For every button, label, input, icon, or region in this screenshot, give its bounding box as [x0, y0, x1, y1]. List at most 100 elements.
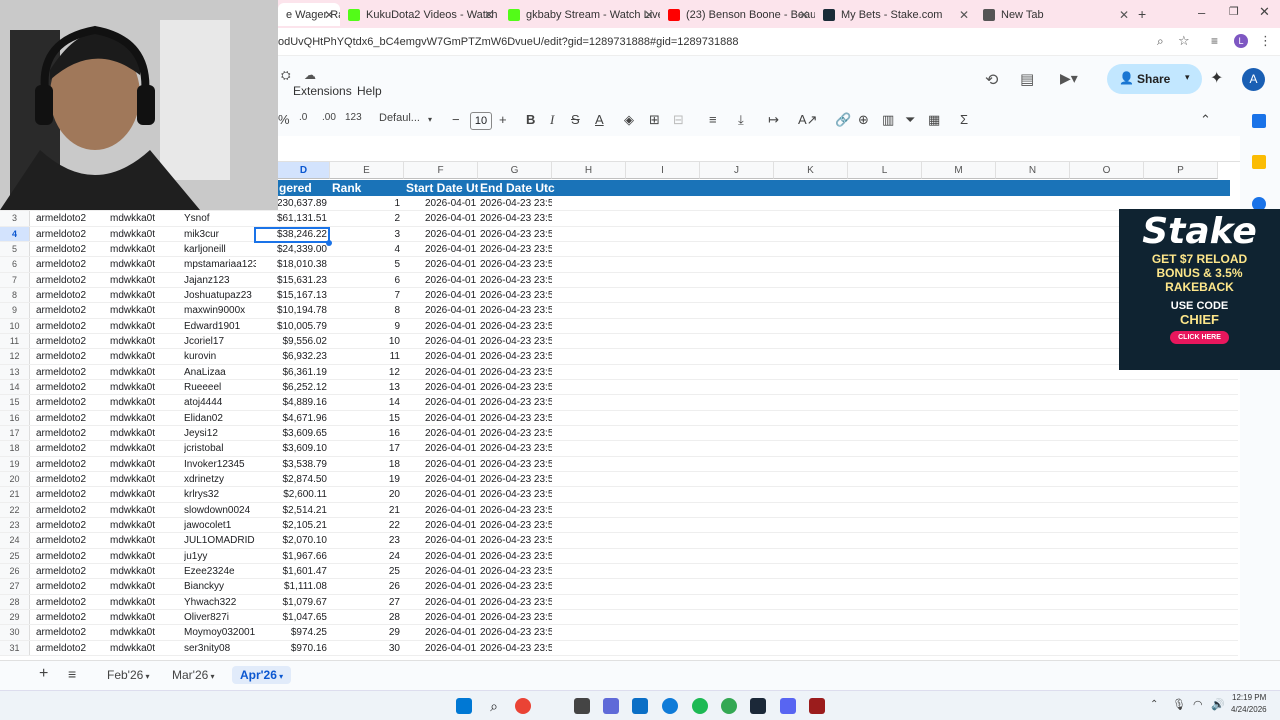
- cell-rank[interactable]: 20: [330, 487, 400, 502]
- sheet-tab[interactable]: Feb'26 ▾: [107, 668, 150, 682]
- column-header[interactable]: G: [478, 162, 552, 179]
- align-left-icon[interactable]: ≡: [709, 112, 717, 127]
- cell-username[interactable]: Ezee2324e: [184, 564, 256, 579]
- browser-menu-icon[interactable]: ⋮: [1259, 33, 1272, 49]
- cell-start-date[interactable]: 2026-04-01: [425, 457, 477, 472]
- cell-rank[interactable]: 4: [330, 242, 400, 257]
- row-number[interactable]: 9: [0, 303, 30, 318]
- cell-code[interactable]: mdwkka0t: [110, 549, 180, 564]
- menu-help[interactable]: Help: [357, 84, 382, 98]
- cell-wagered[interactable]: $1,601.47: [256, 564, 328, 579]
- cell-wagered[interactable]: $974.25: [256, 625, 327, 640]
- cell-end-date[interactable]: 2026-04-23 23:5: [480, 641, 552, 656]
- collapse-toolbar-icon[interactable]: ⌃: [1200, 112, 1211, 128]
- browser-tab[interactable]: (23) Benson Boone - Beautiful T✕: [660, 3, 815, 26]
- cell-username[interactable]: ser3nity08: [184, 641, 256, 656]
- column-header[interactable]: E: [330, 162, 404, 179]
- cell-start-date[interactable]: 2026-04-01: [425, 426, 477, 441]
- column-header[interactable]: F: [404, 162, 478, 179]
- row-number[interactable]: 18: [0, 441, 30, 456]
- cell-start-date[interactable]: 2026-04-01: [425, 641, 477, 656]
- cell-streamer[interactable]: armeldoto2: [36, 472, 106, 487]
- row-number[interactable]: 22: [0, 502, 30, 517]
- cell-start-date[interactable]: 2026-04-01: [425, 380, 477, 395]
- row-number[interactable]: 11: [0, 333, 30, 349]
- extensions-icon[interactable]: ≡: [1211, 34, 1218, 48]
- cell-code[interactable]: mdwkka0t: [110, 457, 180, 472]
- cell-end-date[interactable]: 2026-04-23 23:5: [480, 426, 552, 441]
- cell-streamer[interactable]: armeldoto2: [36, 288, 106, 303]
- cell-start-date[interactable]: 2026-04-01: [425, 365, 477, 380]
- cell-wagered[interactable]: $4,671.96: [256, 411, 328, 426]
- cell-code[interactable]: mdwkka0t: [110, 365, 180, 380]
- cell-streamer[interactable]: armeldoto2: [36, 227, 106, 242]
- row-number[interactable]: 21: [0, 487, 30, 502]
- cell-end-date[interactable]: 2026-04-23 23:5: [480, 319, 552, 334]
- cell-code[interactable]: mdwkka0t: [110, 334, 180, 349]
- history-icon[interactable]: ⟲: [985, 70, 998, 90]
- sheet-tab[interactable]: Mar'26 ▾: [172, 668, 215, 682]
- text-wrap-icon[interactable]: ↦: [768, 112, 779, 128]
- cell-username[interactable]: Jajanz123: [184, 273, 256, 288]
- column-header[interactable]: K: [774, 162, 848, 179]
- row-number[interactable]: 5: [0, 241, 30, 257]
- cell-username[interactable]: Invoker12345: [184, 457, 256, 472]
- chrome-active-icon[interactable]: [721, 698, 737, 714]
- cell-streamer[interactable]: armeldoto2: [36, 641, 106, 656]
- cell-streamer[interactable]: armeldoto2: [36, 411, 106, 426]
- cell-wagered[interactable]: $1,967.66: [256, 549, 328, 564]
- cell-end-date[interactable]: 2026-04-23 23:5: [480, 365, 552, 380]
- cell-code[interactable]: mdwkka0t: [110, 441, 180, 456]
- row-number[interactable]: 10: [0, 318, 30, 333]
- font-size-decrease-button[interactable]: −: [452, 112, 460, 127]
- cell-wagered[interactable]: $10,005.79: [256, 319, 327, 334]
- row-number[interactable]: 31: [0, 640, 30, 655]
- cell-end-date[interactable]: 2026-04-23 23:5: [480, 487, 552, 502]
- cell-rank[interactable]: 11: [330, 349, 400, 364]
- cell-rank[interactable]: 21: [330, 503, 400, 518]
- cell-username[interactable]: Moymoy032001: [184, 625, 256, 640]
- cell-start-date[interactable]: 2026-04-01: [425, 288, 477, 303]
- cell-code[interactable]: mdwkka0t: [110, 579, 180, 594]
- cell-wagered[interactable]: $9,556.02: [256, 334, 328, 349]
- cell-streamer[interactable]: armeldoto2: [36, 503, 106, 518]
- tray-chevron-icon[interactable]: ⌃: [1150, 699, 1158, 710]
- browser-tab[interactable]: gkbaby Stream - Watch Live or✕: [500, 3, 660, 26]
- cell-rank[interactable]: 24: [330, 549, 400, 564]
- cell-code[interactable]: mdwkka0t: [110, 625, 180, 640]
- cell-rank[interactable]: 23: [330, 533, 400, 548]
- cell-code[interactable]: mdwkka0t: [110, 273, 180, 288]
- cell-wagered[interactable]: $61,131.51: [256, 211, 327, 226]
- cell-rank[interactable]: 28: [330, 610, 400, 625]
- cell-streamer[interactable]: armeldoto2: [36, 533, 106, 548]
- mic-icon[interactable]: 🎙: [1172, 698, 1186, 711]
- column-header[interactable]: D: [278, 162, 330, 179]
- cell-username[interactable]: AnaLizaa: [184, 365, 256, 380]
- close-tab-icon[interactable]: ✕: [644, 8, 654, 22]
- profile-avatar[interactable]: L: [1234, 34, 1248, 48]
- cell-wagered[interactable]: $3,609.65: [256, 426, 328, 441]
- browser-tab[interactable]: e Wager Ra ✕: [278, 3, 340, 26]
- cell-end-date[interactable]: 2026-04-23 23:5: [480, 625, 552, 640]
- chrome-icon[interactable]: [515, 698, 531, 714]
- cell-wagered[interactable]: $970.16: [256, 641, 327, 656]
- cell-start-date[interactable]: 2026-04-01: [425, 549, 477, 564]
- cell-start-date[interactable]: 2026-04-01: [425, 472, 477, 487]
- cell-streamer[interactable]: armeldoto2: [36, 334, 106, 349]
- cell-rank[interactable]: 12: [330, 365, 400, 380]
- insert-link-icon[interactable]: 🔗: [835, 112, 851, 128]
- cell-username[interactable]: mik3cur: [184, 227, 256, 242]
- row-number[interactable]: 30: [0, 625, 30, 640]
- decrease-decimal-button[interactable]: .0: [299, 112, 307, 123]
- cell-end-date[interactable]: 2026-04-23 23:5: [480, 196, 552, 211]
- cell-username[interactable]: krlrys32: [184, 487, 256, 502]
- cell-username[interactable]: jawocolet1: [184, 518, 256, 533]
- all-sheets-icon[interactable]: ≡: [68, 666, 76, 682]
- close-tab-icon[interactable]: ✕: [1119, 8, 1129, 22]
- cell-start-date[interactable]: 2026-04-01: [425, 273, 477, 288]
- row-number[interactable]: 26: [0, 563, 30, 579]
- cell-wagered[interactable]: $4,889.16: [256, 395, 328, 410]
- cell-streamer[interactable]: armeldoto2: [36, 457, 106, 472]
- column-header[interactable]: M: [922, 162, 996, 179]
- cell-rank[interactable]: 10: [330, 334, 400, 349]
